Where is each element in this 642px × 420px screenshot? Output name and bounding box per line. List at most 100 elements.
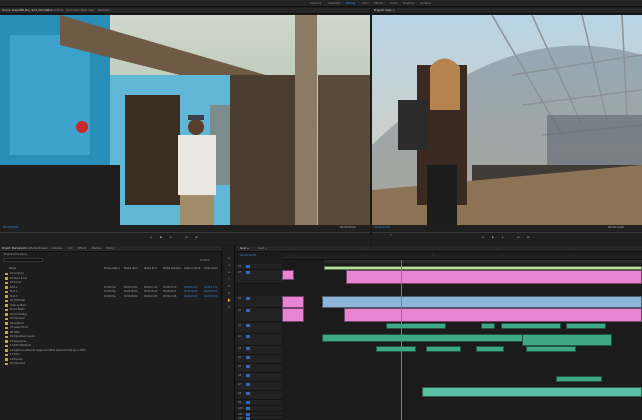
track-header[interactable]: A12 <box>236 416 282 420</box>
column-name[interactable]: Name <box>9 267 16 270</box>
source-play-icon[interactable]: ▶ <box>160 235 162 239</box>
project-item-row[interactable]: 14 Exports <box>1 358 221 362</box>
ripple-edit-tool-icon[interactable]: ⇹ <box>226 270 232 274</box>
tab-project[interactable]: Project: Premiere Pro ≡ <box>2 247 30 251</box>
project-item-row[interactable]: 09 Adjustment Layers <box>1 335 221 339</box>
clip-a3-b[interactable] <box>426 346 461 352</box>
track-header[interactable]: A4 <box>236 355 282 364</box>
slip-tool-icon[interactable]: ⇔ <box>226 284 232 288</box>
track-header[interactable]: V2 <box>236 296 282 308</box>
project-item-row[interactable]: Shot 2 23.976 fps 00:00:00:00 00:00:09:20 00… <box>1 290 221 294</box>
track-header[interactable]: A6 <box>236 373 282 382</box>
project-item-row[interactable]: 12 Captions elements (Logos and other el… <box>1 349 221 353</box>
track-target-toggle[interactable] <box>246 406 250 410</box>
tab-media-browser[interactable]: Media Browser <box>30 247 48 251</box>
pen-tool-icon[interactable]: ✎ <box>226 291 232 295</box>
project-item-row[interactable]: Shot 3 23.976 fps 00:00:00:00 00:00:12:05 00… <box>1 295 221 299</box>
program-lift-icon[interactable]: ⊟ <box>517 235 520 239</box>
tab-program[interactable]: Program: Seq1 ≡ <box>374 9 394 13</box>
project-item-row[interactable]: Shot 1 23.976 fps 00:00:01:00 00:00:11:12 00… <box>1 286 221 290</box>
project-item-row[interactable]: 07 Lower thirds <box>1 326 221 330</box>
source-insert-icon[interactable]: ⊟ <box>185 235 188 239</box>
project-item-row[interactable]: 06 Graphics <box>1 322 221 326</box>
workspace-libraries[interactable]: Libraries <box>420 1 431 6</box>
track-header[interactable]: V1 <box>236 308 282 322</box>
project-item-row[interactable]: zzz Exported <box>1 362 221 366</box>
project-item-row[interactable]: Drone Footage <box>1 313 221 317</box>
column-video-in[interactable]: Video In Point <box>184 267 200 270</box>
tab-effects[interactable]: Effects <box>78 247 86 251</box>
source-scrubber[interactable] <box>0 232 370 233</box>
tab-seq2[interactable]: Seq2 ≡ <box>258 247 267 251</box>
track-header[interactable]: A8 <box>236 391 282 400</box>
track-target-toggle[interactable] <box>246 391 250 395</box>
tab-markers[interactable]: Markers <box>92 247 102 251</box>
track-header[interactable]: V3 <box>236 270 282 284</box>
project-item-row[interactable]: Bonus B-Roll <box>1 308 221 312</box>
tab-metadata[interactable]: Metadata <box>98 9 109 13</box>
hand-tool-icon[interactable]: ✋ <box>226 298 232 302</box>
track-target-toggle[interactable] <box>246 400 250 404</box>
track-target-toggle[interactable] <box>246 308 250 312</box>
clip-v2-a[interactable] <box>282 296 304 308</box>
tab-libraries[interactable]: Libraries <box>52 247 62 251</box>
clip-a5-sfx[interactable] <box>556 376 602 382</box>
razor-tool-icon[interactable]: ✂ <box>226 277 232 281</box>
program-extract-icon[interactable]: ⊞ <box>527 235 530 239</box>
track-target-toggle[interactable] <box>246 296 250 300</box>
project-item-row[interactable]: 01 Graphics <box>1 272 221 276</box>
track-target-toggle[interactable] <box>246 270 250 274</box>
program-video-frame[interactable] <box>372 15 642 225</box>
source-overwrite-icon[interactable]: ⊞ <box>195 235 198 239</box>
workspace-assembly[interactable]: Assembly <box>328 1 341 6</box>
workspace-effects[interactable]: Effects <box>374 1 383 6</box>
source-timecode[interactable]: 00:00:00:00 <box>3 226 19 229</box>
tab-seq1[interactable]: Seq1 ≡ <box>240 247 249 251</box>
clip-v2-broll[interactable] <box>322 296 642 308</box>
tab-info[interactable]: Info <box>68 247 73 251</box>
workspace-audio[interactable]: Audio <box>390 1 397 6</box>
work-area-bar[interactable] <box>324 260 642 263</box>
type-tool-icon[interactable]: T <box>226 305 232 309</box>
program-scrubber[interactable] <box>372 232 642 233</box>
track-header[interactable]: A2 <box>236 334 282 346</box>
source-step-forward-icon[interactable]: ▸ <box>170 235 172 239</box>
tab-history[interactable]: History <box>106 247 115 251</box>
track-target-toggle[interactable] <box>246 416 250 420</box>
column-media-end[interactable]: Media End <box>144 267 156 270</box>
workspace-color[interactable]: Color <box>362 1 369 6</box>
project-item-row[interactable]: 10 Sequences <box>1 340 221 344</box>
track-header[interactable]: A7 <box>236 382 282 391</box>
track-header[interactable]: A5 <box>236 364 282 373</box>
project-item-row[interactable]: 03 Sound <box>1 281 221 285</box>
workspace-editing[interactable]: Editing <box>346 1 355 6</box>
clip-v3-graphic[interactable] <box>282 270 294 280</box>
track-target-toggle[interactable] <box>246 346 250 350</box>
project-item-row[interactable]: 11 Extra Elements <box>1 344 221 348</box>
tab-source[interactable]: Source: Ocean360_Mix_cam3_001.mp4 ≡ <box>2 9 52 13</box>
source-step-back-icon[interactable]: ◂ <box>150 235 152 239</box>
program-step-back-icon[interactable]: ◂ <box>482 235 484 239</box>
clip-v1-main[interactable] <box>344 308 642 322</box>
column-media-start[interactable]: Media Start <box>124 267 138 270</box>
project-item-row[interactable]: Video & Music <box>1 304 221 308</box>
column-media-duration[interactable]: Media Duration <box>163 267 181 270</box>
tab-audio-mixer[interactable]: Audio Track Mixer: Seq1 <box>66 9 95 13</box>
clip-a1-a[interactable] <box>386 323 446 329</box>
project-item-row[interactable]: 04_FOOTAGE <box>1 299 221 303</box>
selection-tool-icon[interactable]: ➤ <box>226 256 232 260</box>
clip-a2-music[interactable] <box>522 334 612 346</box>
track-target-toggle[interactable] <box>246 382 250 386</box>
track-target-toggle[interactable] <box>246 364 250 368</box>
column-frame-rate[interactable]: Frame Rate ∧ <box>104 267 120 270</box>
track-target-toggle[interactable] <box>246 323 250 327</box>
clip-a1-c[interactable] <box>501 323 561 329</box>
track-target-toggle[interactable] <box>246 373 250 377</box>
track-target-toggle[interactable] <box>246 334 250 338</box>
clip-a3-c[interactable] <box>476 346 504 352</box>
tab-effect-controls[interactable]: Effect Controls <box>46 9 64 13</box>
workspace-graphics[interactable]: Graphics <box>403 1 414 6</box>
clip-a1-d[interactable] <box>566 323 606 329</box>
program-step-forward-icon[interactable]: ▸ <box>502 235 504 239</box>
clip-v3-titles[interactable] <box>346 270 642 284</box>
